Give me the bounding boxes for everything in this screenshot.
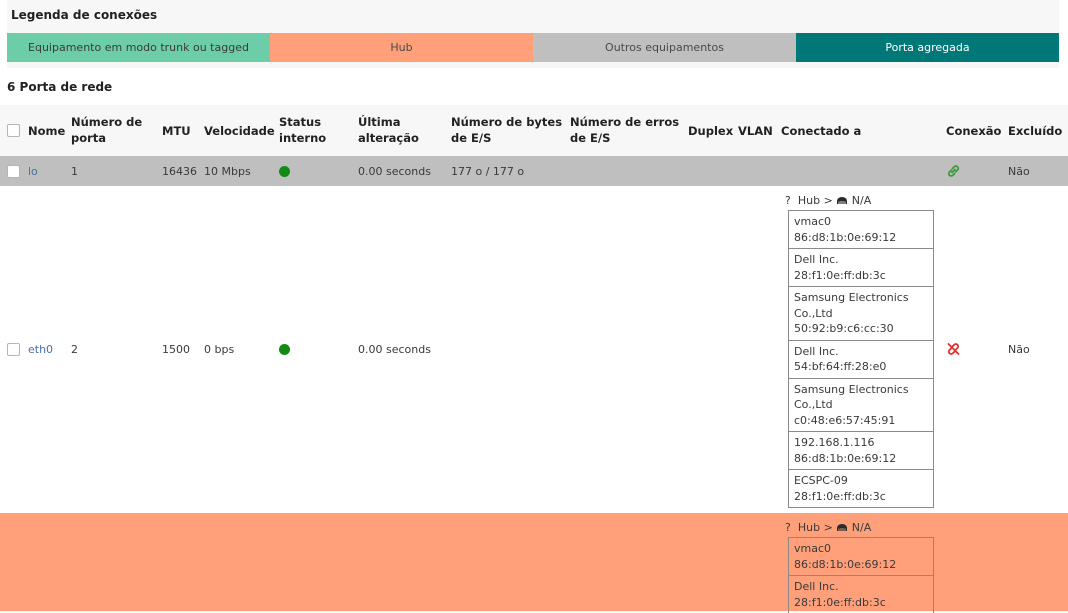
broken-link-icon[interactable] bbox=[946, 342, 961, 356]
col-port-number-line1: Número de bbox=[71, 115, 143, 129]
list-item[interactable]: Samsung Electronics Co.,Ltd 50:92:b9:c6:… bbox=[789, 287, 933, 341]
hub-link[interactable]: Hub > bbox=[798, 521, 833, 534]
col-port-number-line2: porta bbox=[71, 131, 107, 145]
list-item[interactable]: Dell Inc. 28:f1:0e:ff:db:3c bbox=[789, 576, 933, 613]
list-item[interactable]: Samsung Electronics Co.,Ltd c0:48:e6:57:… bbox=[789, 379, 933, 432]
port-name-link[interactable]: eth0 bbox=[28, 343, 53, 356]
col-connection[interactable]: Conexão bbox=[946, 123, 1001, 139]
col-last-change-line1: Última bbox=[358, 115, 401, 129]
connected-hub-header: ? Hub > N/A bbox=[785, 521, 871, 534]
list-item[interactable]: Dell Inc. 28:f1:0e:ff:db:3c bbox=[789, 249, 933, 287]
device-mac: 54:bf:64:ff:28:e0 bbox=[794, 360, 887, 373]
device-mac: 50:92:b9:c6:cc:30 bbox=[794, 322, 894, 335]
col-duplex[interactable]: Duplex bbox=[688, 123, 733, 139]
ports-title: 6 Porta de rede bbox=[7, 80, 113, 94]
table-row: lo 1 16436 10 Mbps 0.00 seconds 177 o / … bbox=[0, 156, 1068, 186]
col-mtu[interactable]: MTU bbox=[162, 123, 191, 139]
device-name: Samsung Electronics bbox=[794, 382, 909, 396]
port-number: 1 bbox=[71, 165, 78, 178]
device-mac: c0:48:e6:57:45:91 bbox=[794, 413, 896, 427]
col-last-change-line2: alteração bbox=[358, 131, 419, 145]
link-icon[interactable] bbox=[946, 164, 961, 178]
device-name: Dell Inc. bbox=[794, 580, 839, 593]
legend-trunk: Equipamento em modo trunk ou tagged bbox=[7, 33, 270, 62]
device-mac: 86:d8:1b:0e:69:12 bbox=[794, 557, 897, 571]
list-item[interactable]: vmac0 86:d8:1b:0e:69:12 bbox=[789, 211, 933, 249]
port-excluded: Não bbox=[1008, 165, 1030, 178]
device-name: 192.168.1.116 bbox=[794, 436, 875, 449]
port-mtu: 1500 bbox=[162, 343, 190, 356]
device-mac: 28:f1:0e:ff:db:3c bbox=[794, 489, 886, 503]
device-name: vmac0 bbox=[794, 542, 832, 555]
list-item[interactable]: 192.168.1.116 86:d8:1b:0e:69:12 bbox=[789, 432, 933, 470]
hub-value: N/A bbox=[851, 521, 872, 534]
list-item[interactable]: vmac0 86:d8:1b:0e:69:12 bbox=[789, 538, 933, 576]
port-io-bytes: 177 o / 177 o bbox=[451, 165, 525, 178]
legend-title: Legenda de conexões bbox=[11, 8, 158, 22]
legend-other-equipment: Outros equipamentos bbox=[533, 33, 796, 62]
list-item[interactable]: ECSPC-09 28:f1:0e:ff:db:3c bbox=[789, 470, 933, 507]
row-checkbox[interactable] bbox=[7, 343, 20, 356]
device-mac: 28:f1:0e:ff:db:3c bbox=[794, 268, 886, 282]
col-speed[interactable]: Velocidade bbox=[204, 123, 275, 139]
list-item[interactable]: Dell Inc. 54:bf:64:ff:28:e0 bbox=[789, 341, 933, 379]
port-speed: 10 Mbps bbox=[204, 165, 251, 178]
unknown-icon: ? bbox=[785, 521, 791, 534]
port-number: 2 bbox=[71, 343, 78, 356]
connection-legend: Legenda de conexões Equipamento em modo … bbox=[7, 0, 1059, 68]
device-name: Dell Inc. bbox=[794, 344, 839, 358]
col-io-bytes[interactable]: Número de bytes de E/S bbox=[451, 114, 562, 146]
device-mac: 28:f1:0e:ff:db:3c bbox=[794, 595, 886, 609]
hub-value: N/A bbox=[851, 194, 872, 207]
col-connected-to[interactable]: Conectado a bbox=[781, 123, 861, 139]
device-name: Dell Inc. bbox=[794, 253, 839, 266]
port-last-change: 0.00 seconds bbox=[358, 343, 431, 356]
status-dot bbox=[279, 166, 290, 177]
status-dot bbox=[279, 344, 290, 355]
device-name: ECSPC-09 bbox=[794, 474, 848, 487]
port-name-link[interactable]: lo bbox=[28, 165, 38, 178]
connected-device-list: vmac0 86:d8:1b:0e:69:12 Dell Inc. 28:f1:… bbox=[788, 537, 934, 613]
col-excluded[interactable]: Excluído bbox=[1008, 123, 1062, 139]
legend-aggregated-port: Porta agregada bbox=[796, 33, 1059, 62]
col-last-change[interactable]: Última alteração bbox=[358, 114, 419, 146]
device-name: vmac0 bbox=[794, 215, 832, 228]
col-io-errors[interactable]: Número de erros de E/S bbox=[570, 114, 679, 146]
device-mac: 86:d8:1b:0e:69:12 bbox=[794, 451, 897, 465]
port-last-change: 0.00 seconds bbox=[358, 165, 431, 178]
switch-icon bbox=[837, 197, 848, 204]
table-header: Nome Número de porta MTU Velocidade Stat… bbox=[0, 105, 1068, 156]
col-name[interactable]: Nome bbox=[28, 123, 65, 139]
port-speed: 0 bps bbox=[204, 343, 235, 356]
col-io-bytes-line1: Número de bytes bbox=[451, 115, 563, 129]
device-mac: 86:d8:1b:0e:69:12 bbox=[794, 230, 897, 244]
connected-device-list: vmac0 86:d8:1b:0e:69:12 Dell Inc. 28:f1:… bbox=[788, 210, 934, 508]
legend-row: Equipamento em modo trunk ou tagged Hub … bbox=[7, 33, 1059, 62]
table-row: ? Hub > N/A vmac0 86:d8:1b:0e:69:12 Dell… bbox=[0, 513, 1068, 613]
col-internal-status-line2: interno bbox=[279, 131, 327, 145]
col-port-number[interactable]: Número de porta bbox=[71, 114, 142, 146]
device-name-cont: Co.,Ltd bbox=[794, 306, 833, 320]
table-row: eth0 2 1500 0 bps 0.00 seconds ? Hub > N… bbox=[0, 186, 1068, 513]
switch-icon bbox=[837, 524, 848, 531]
hub-link[interactable]: Hub > bbox=[798, 194, 833, 207]
row-checkbox[interactable] bbox=[7, 165, 20, 178]
col-vlan[interactable]: VLAN bbox=[738, 123, 773, 139]
col-internal-status[interactable]: Status interno bbox=[279, 114, 326, 146]
select-all-checkbox[interactable] bbox=[7, 124, 20, 137]
col-io-bytes-line2: de E/S bbox=[451, 131, 492, 145]
port-mtu: 16436 bbox=[162, 165, 197, 178]
legend-hub: Hub bbox=[270, 33, 533, 62]
unknown-icon: ? bbox=[785, 194, 791, 207]
port-excluded: Não bbox=[1008, 343, 1030, 356]
device-name-cont: Co.,Ltd bbox=[794, 398, 833, 411]
connected-hub-header: ? Hub > N/A bbox=[785, 194, 871, 207]
device-name: Samsung Electronics bbox=[794, 291, 909, 304]
col-internal-status-line1: Status bbox=[279, 115, 322, 129]
col-io-errors-line1: Número de erros bbox=[570, 115, 680, 129]
col-io-errors-line2: de E/S bbox=[570, 131, 611, 145]
